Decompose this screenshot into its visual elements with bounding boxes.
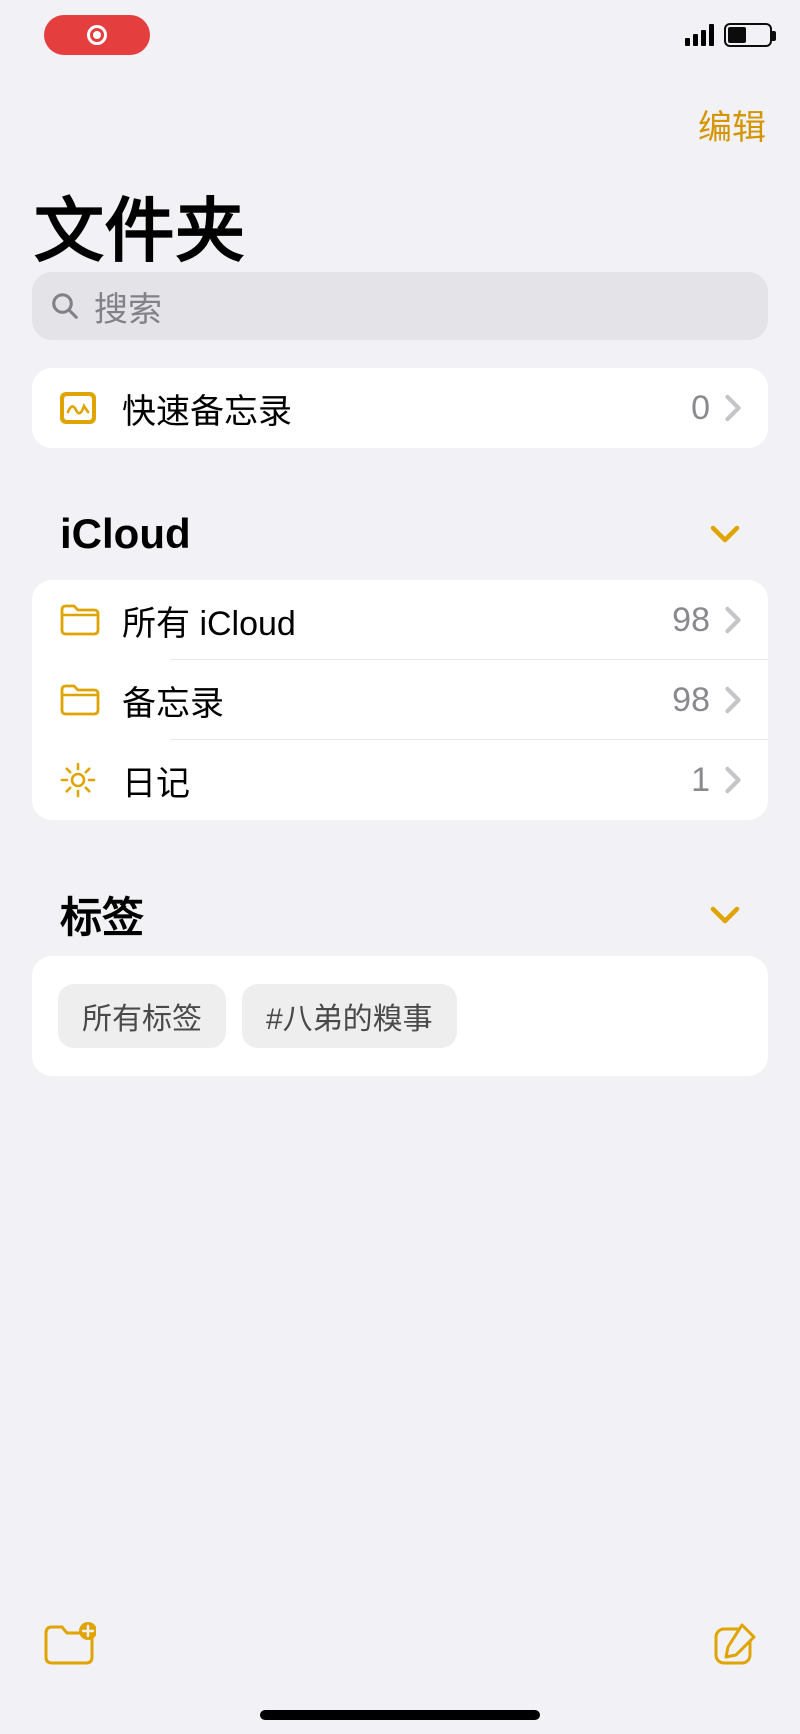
quick-note-row[interactable]: 快速备忘录 0	[32, 368, 768, 448]
tags-card: 所有标签 #八弟的糗事	[32, 956, 768, 1076]
folder-row-notes[interactable]: 备忘录 98	[32, 660, 768, 740]
folder-count: 98	[672, 601, 710, 640]
compose-button[interactable]	[712, 1621, 758, 1667]
chevron-right-icon	[724, 394, 742, 422]
status-bar	[0, 0, 800, 70]
home-indicator[interactable]	[260, 1710, 540, 1720]
quick-note-label: 快速备忘录	[122, 384, 691, 433]
recording-indicator[interactable]	[44, 15, 150, 55]
search-input[interactable]: 搜索	[32, 272, 768, 340]
new-folder-button[interactable]	[42, 1621, 96, 1667]
page-title: 文件夹	[34, 175, 246, 276]
folder-icon	[58, 602, 102, 638]
chevron-right-icon	[724, 686, 742, 714]
battery-icon	[724, 23, 772, 47]
folder-count: 1	[691, 761, 710, 800]
quick-note-icon	[58, 388, 98, 428]
tags-section-title: 标签	[60, 884, 144, 945]
icloud-section-header[interactable]: iCloud	[60, 510, 740, 558]
quick-note-count: 0	[691, 389, 710, 428]
folder-label: 日记	[122, 756, 691, 805]
bottom-toolbar	[0, 1584, 800, 1704]
chevron-right-icon	[724, 606, 742, 634]
folder-row-all-icloud[interactable]: 所有 iCloud 98	[32, 580, 768, 660]
chevron-right-icon	[724, 766, 742, 794]
gear-icon	[58, 760, 98, 800]
folder-row-diary[interactable]: 日记 1	[32, 740, 768, 820]
record-icon	[87, 25, 107, 45]
chevron-down-icon	[710, 905, 740, 925]
quick-note-card: 快速备忘录 0	[32, 368, 768, 448]
edit-button[interactable]: 编辑	[698, 100, 766, 149]
folder-count: 98	[672, 681, 710, 720]
nav-bar: 编辑	[0, 100, 800, 149]
icloud-section-title: iCloud	[60, 510, 191, 558]
cellular-signal-icon	[685, 24, 714, 46]
status-right	[685, 23, 772, 47]
chevron-down-icon	[710, 524, 740, 544]
tag-chip[interactable]: #八弟的糗事	[242, 984, 457, 1048]
folder-icon	[58, 682, 102, 718]
search-placeholder: 搜索	[94, 282, 162, 331]
folder-label: 备忘录	[122, 676, 672, 725]
folder-label: 所有 iCloud	[122, 596, 672, 645]
tag-chip-all[interactable]: 所有标签	[58, 984, 226, 1048]
icloud-folder-list: 所有 iCloud 98 备忘录 98	[32, 580, 768, 820]
tags-section-header[interactable]: 标签	[60, 884, 740, 945]
search-icon	[50, 291, 80, 321]
